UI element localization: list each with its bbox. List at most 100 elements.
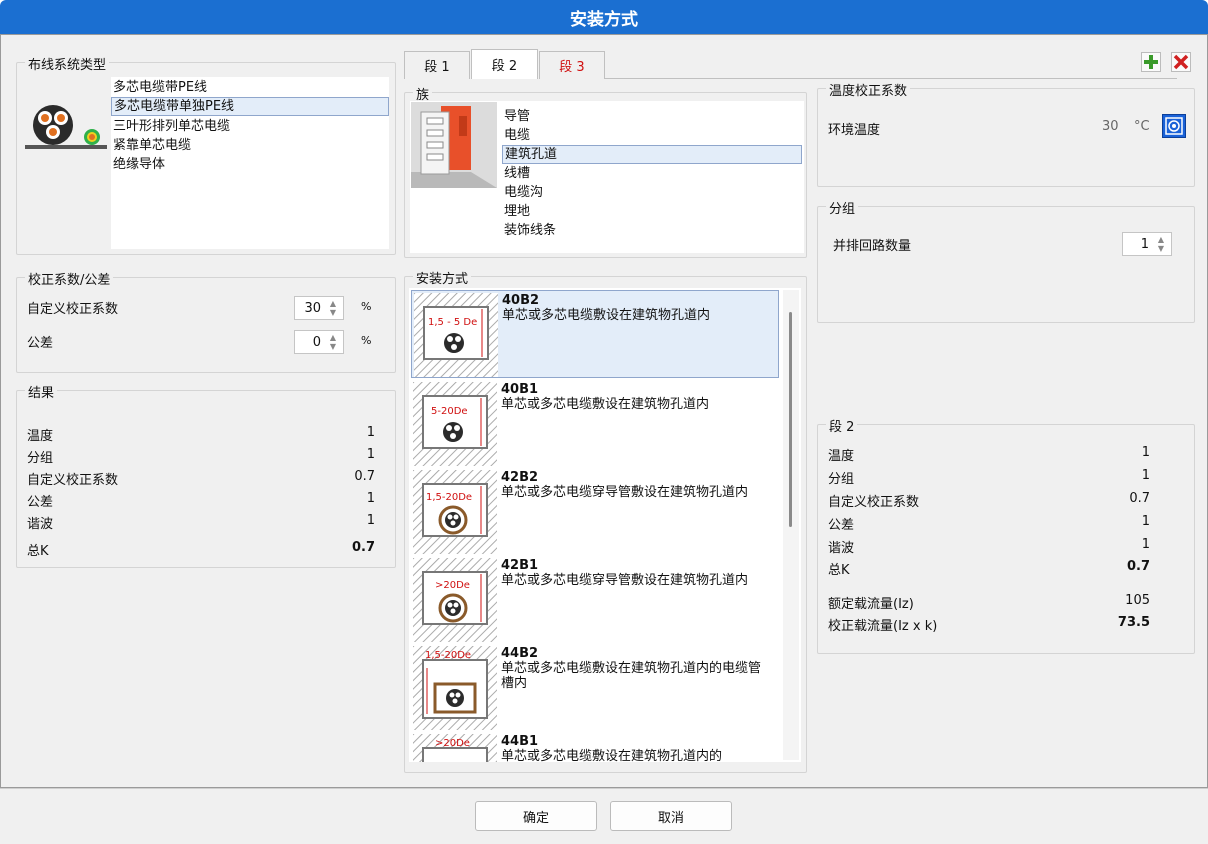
ambient-temp-label: 环境温度 [828,123,881,138]
seg-group-label: 分组 [828,472,855,487]
install-desc: 单芯或多芯电缆敷设在建筑物孔道内 [502,308,711,323]
rated-current-value: 105 [1125,593,1150,608]
seg-tolerance-value: 1 [1141,514,1150,529]
install-option-44B2[interactable]: 1,5-20De 44B2 单芯或多芯电缆敷设在建筑物孔道内的电缆管槽内 [411,644,779,732]
tab-segment-1[interactable]: 段 1 [404,51,470,79]
spin-arrows-icon[interactable]: ▲ ▼ [326,333,340,351]
list-item[interactable]: 紧靠单芯电缆 [111,136,389,155]
ambient-temp-unit: °C [1134,119,1150,134]
install-code: 40B1 [501,382,539,397]
list-item[interactable]: 三叶形排列单芯电缆 [111,117,389,136]
seg-group-value: 1 [1141,468,1150,483]
install-option-40B2[interactable]: 1,5 - 5 De 40B2 单芯或多芯电缆敷设在建筑物孔道内 [411,290,779,378]
ambient-temp-value: 30 [1102,119,1119,134]
list-item[interactable]: 多芯电缆带PE线 [111,78,389,97]
tolerance-spinner[interactable]: 0 ▲ ▼ [294,330,344,354]
install-option-42B2[interactable]: 1,5-20De 42B2 单芯或多芯电缆穿导管敷设在建筑物孔道内 [411,468,779,556]
svg-text:1,5-20De: 1,5-20De [426,492,472,503]
tab-strip-line [605,78,1177,79]
result-tolerance-value: 1 [366,491,375,506]
install-method-title: 安装方式 [413,268,472,287]
correction-title: 校正系数/公差 [25,269,114,288]
scrollbar-thumb[interactable] [789,312,792,527]
correction-group: 校正系数/公差 自定义校正系数 30 ▲ ▼ % 公差 0 ▲ ▼ % [16,269,396,373]
tolerance-label: 公差 [27,336,54,351]
window-title: 安装方式 [0,0,1208,34]
install-option-44B1[interactable]: >20De 44B1 单芯或多芯电缆敷设在建筑物孔道内的 [411,732,779,762]
install-40B2-icon: 1,5 - 5 De [414,293,498,377]
seg-custom-label: 自定义校正系数 [828,495,920,510]
list-item[interactable]: 导管 [502,107,530,126]
result-group-value: 1 [366,447,375,462]
svg-text:1,5 - 5 De: 1,5 - 5 De [428,317,477,328]
plus-icon [1144,55,1158,69]
wiring-system-list[interactable]: 多芯电缆带PE线 多芯电缆带单独PE线 三叶形排列单芯电缆 紧靠单芯电缆 绝缘导… [111,77,389,249]
tolerance-unit: % [361,334,372,347]
list-item[interactable]: 绝缘导体 [111,155,389,174]
install-code: 44B2 [501,646,539,661]
svg-text:5-20De: 5-20De [431,406,468,417]
seg-tolerance-label: 公差 [828,518,855,533]
tab-label: 段 3 [559,60,585,75]
result-harmonic-value: 1 [366,513,375,528]
seg-total-label: 总K [828,563,850,578]
result-title: 结果 [25,382,58,401]
result-total-label: 总K [27,544,49,559]
list-item[interactable]: 线槽 [502,164,530,183]
install-option-42B1[interactable]: >20De 42B1 单芯或多芯电缆穿导管敷设在建筑物孔道内 [411,556,779,644]
install-list-scrollbar[interactable] [783,290,799,760]
list-item[interactable]: 电缆沟 [502,183,543,202]
building-duct-image [411,102,497,188]
install-42B2-icon: 1,5-20De [413,470,497,554]
install-code: 44B1 [501,734,539,749]
spin-arrows-icon[interactable]: ▲ ▼ [326,299,340,317]
parallel-circuits-spinner[interactable]: 1 ▲ ▼ [1122,232,1172,256]
grouping-title: 分组 [826,198,859,217]
spin-arrows-icon[interactable]: ▲ ▼ [1154,235,1168,253]
corrected-current-value: 73.5 [1117,615,1150,630]
install-option-40B1[interactable]: 5-20De 40B1 单芯或多芯电缆敷设在建筑物孔道内 [411,380,779,468]
parallel-circuits-value: 1 [1140,237,1149,252]
install-40B1-icon: 5-20De [413,382,497,466]
seg-harmonic-value: 1 [1141,537,1150,552]
custom-factor-label: 自定义校正系数 [27,302,119,317]
result-custom-value: 0.7 [354,469,375,484]
custom-factor-value: 30 [304,301,321,316]
list-item[interactable]: 埋地 [502,202,530,221]
family-list[interactable]: 导管 电缆 建筑孔道 线槽 电缆沟 埋地 装饰线条 [410,101,804,253]
result-temp-label: 温度 [27,429,54,444]
seg-custom-value: 0.7 [1129,491,1150,506]
list-item[interactable]: 电缆 [502,126,530,145]
result-total-value: 0.7 [351,540,375,555]
corrected-current-label: 校正载流量(Iz x k) [828,619,938,634]
custom-factor-spinner[interactable]: 30 ▲ ▼ [294,296,344,320]
target-icon [1165,117,1183,135]
add-segment-button[interactable] [1141,52,1161,72]
install-desc: 单芯或多芯电缆敷设在建筑物孔道内的电缆管槽内 [501,661,762,691]
cable-icon [25,105,107,149]
list-item[interactable]: 装饰线条 [502,221,556,240]
install-desc: 单芯或多芯电缆敷设在建筑物孔道内 [501,397,710,412]
tab-segment-2[interactable]: 段 2 [471,49,538,79]
list-item[interactable]: 多芯电缆带单独PE线 [111,97,389,116]
install-44B1-icon: >20De [413,734,497,762]
ok-button[interactable]: 确定 [475,801,597,831]
wiring-system-title: 布线系统类型 [25,54,110,73]
list-item[interactable]: 建筑孔道 [502,145,802,164]
install-desc: 单芯或多芯电缆穿导管敷设在建筑物孔道内 [501,573,749,588]
grouping-group: 分组 并排回路数量 1 ▲ ▼ [817,198,1195,323]
temperature-settings-button[interactable] [1162,114,1186,138]
delete-icon [1173,54,1189,70]
rated-current-label: 额定载流量(Iz) [828,597,914,612]
seg-total-value: 0.7 [1126,559,1150,574]
family-group: 族 导管 电缆 建筑孔道 线槽 电缆沟 埋地 装饰线条 [404,84,807,258]
install-44B2-icon: 1,5-20De [413,646,497,730]
remove-segment-button[interactable] [1171,52,1191,72]
result-group-label: 分组 [27,451,54,466]
svg-text:>20De: >20De [435,580,470,591]
install-code: 40B2 [502,293,540,308]
install-code: 42B2 [501,470,539,485]
tab-segment-3[interactable]: 段 3 [539,51,605,79]
cancel-button[interactable]: 取消 [610,801,732,831]
dialog-footer: 确定 取消 [0,788,1208,844]
